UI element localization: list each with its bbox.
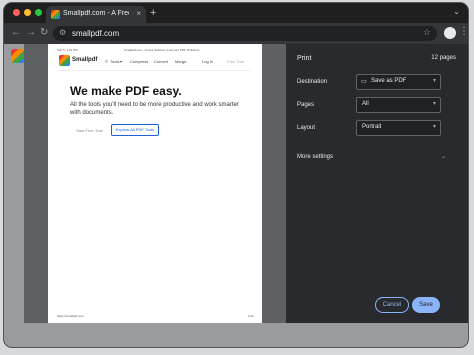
print-preview: Feb 5, 1:21 PM Smallpdf.com - A Free Sol… bbox=[24, 44, 286, 323]
pages-value: All bbox=[362, 101, 369, 107]
new-tab-button[interactable]: + bbox=[150, 6, 156, 20]
profile-avatar[interactable] bbox=[444, 27, 456, 39]
tab-bar: Smallpdf.com - A Free Solutio × + ⌄ bbox=[4, 3, 468, 23]
save-button[interactable]: Save bbox=[412, 297, 440, 313]
destination-value: Save as PDF bbox=[371, 78, 407, 84]
brand-name: Smallpdf bbox=[72, 57, 98, 63]
close-window-button[interactable] bbox=[13, 9, 20, 16]
destination-select[interactable]: ▭ Save as PDF ▾ bbox=[356, 74, 441, 90]
nav-compress: Compress bbox=[130, 59, 149, 64]
layout-label: Layout bbox=[297, 125, 316, 131]
page-content: ial Feb 5, 1:21 PM Smallpdf.com - A Free… bbox=[4, 44, 468, 347]
tab-title: Smallpdf.com - A Free Solutio bbox=[63, 10, 129, 17]
minimize-window-button[interactable] bbox=[24, 9, 31, 16]
explore-tools-button: Explore All PDF Tools bbox=[111, 124, 159, 136]
nav-convert: Convert bbox=[154, 59, 169, 64]
chevron-down-icon[interactable]: ⌄ bbox=[441, 153, 446, 160]
reload-button[interactable]: ↻ bbox=[40, 27, 48, 39]
print-dialog-panel: Print 12 pages Destination ▭ Save as PDF… bbox=[286, 44, 468, 323]
address-bar[interactable]: ⚙ smallpdf.com ☆ bbox=[53, 26, 437, 41]
back-button[interactable]: ← bbox=[11, 27, 21, 39]
page-header-title: Smallpdf.com - A Free Solution to all yo… bbox=[124, 48, 200, 52]
bookmark-star-icon[interactable]: ☆ bbox=[423, 27, 431, 38]
page-header-date: Feb 5, 1:21 PM bbox=[57, 48, 78, 52]
start-trial-link: Start Free Trial bbox=[76, 128, 103, 133]
chevron-down-icon: ▾ bbox=[432, 101, 436, 107]
smallpdf-logo-icon bbox=[11, 49, 25, 63]
chevron-down-icon: ▾ bbox=[120, 59, 123, 64]
browser-menu-icon[interactable]: ⋮ bbox=[459, 26, 468, 37]
chevron-down-icon: ▾ bbox=[432, 78, 436, 84]
url-text[interactable]: smallpdf.com bbox=[72, 29, 119, 38]
pdf-file-icon: ▭ bbox=[361, 79, 367, 85]
preview-page: Feb 5, 1:21 PM Smallpdf.com - A Free Sol… bbox=[48, 44, 262, 323]
print-title: Print bbox=[297, 55, 312, 62]
more-settings-toggle[interactable]: More settings bbox=[297, 154, 333, 160]
chevron-down-icon: ▾ bbox=[432, 124, 436, 130]
smallpdf-logo-icon bbox=[59, 55, 70, 66]
forward-button[interactable]: → bbox=[26, 27, 36, 39]
layout-value: Portrait bbox=[362, 124, 382, 130]
tab-search-icon[interactable]: ⌄ bbox=[453, 7, 460, 16]
header-divider bbox=[59, 70, 251, 71]
site-info-icon[interactable]: ⚙ bbox=[59, 28, 66, 37]
cancel-button[interactable]: Cancel bbox=[375, 297, 409, 313]
smallpdf-favicon-icon bbox=[51, 10, 60, 19]
pages-label: Pages bbox=[297, 102, 315, 108]
page-footer-number: 1/12 bbox=[248, 314, 254, 318]
pages-select[interactable]: All ▾ bbox=[356, 97, 441, 113]
nav-login: Log In bbox=[202, 59, 214, 64]
page-footer-url: https://smallpdf.com bbox=[57, 314, 84, 318]
tab-close-icon[interactable]: × bbox=[136, 9, 141, 18]
maximize-window-button[interactable] bbox=[35, 9, 42, 16]
hero-subtitle: All the tools you'll need to be more pro… bbox=[70, 102, 239, 116]
grid-icon: ⠿ bbox=[105, 59, 108, 64]
nav-free-trial: Free Trial bbox=[227, 59, 244, 64]
page-count: 12 pages bbox=[431, 55, 456, 61]
nav-merge: Merge bbox=[175, 59, 187, 64]
tab-smallpdf[interactable]: Smallpdf.com - A Free Solutio × bbox=[46, 6, 146, 23]
browser-window: Smallpdf.com - A Free Solutio × + ⌄ ← → … bbox=[4, 3, 468, 347]
hero-heading: We make PDF easy. bbox=[70, 84, 182, 98]
layout-select[interactable]: Portrait ▾ bbox=[356, 120, 441, 136]
nav-tools: Tools bbox=[110, 59, 120, 64]
destination-label: Destination bbox=[297, 79, 328, 85]
browser-toolbar: ← → ↻ ⚙ smallpdf.com ☆ ⋮ bbox=[4, 23, 468, 44]
